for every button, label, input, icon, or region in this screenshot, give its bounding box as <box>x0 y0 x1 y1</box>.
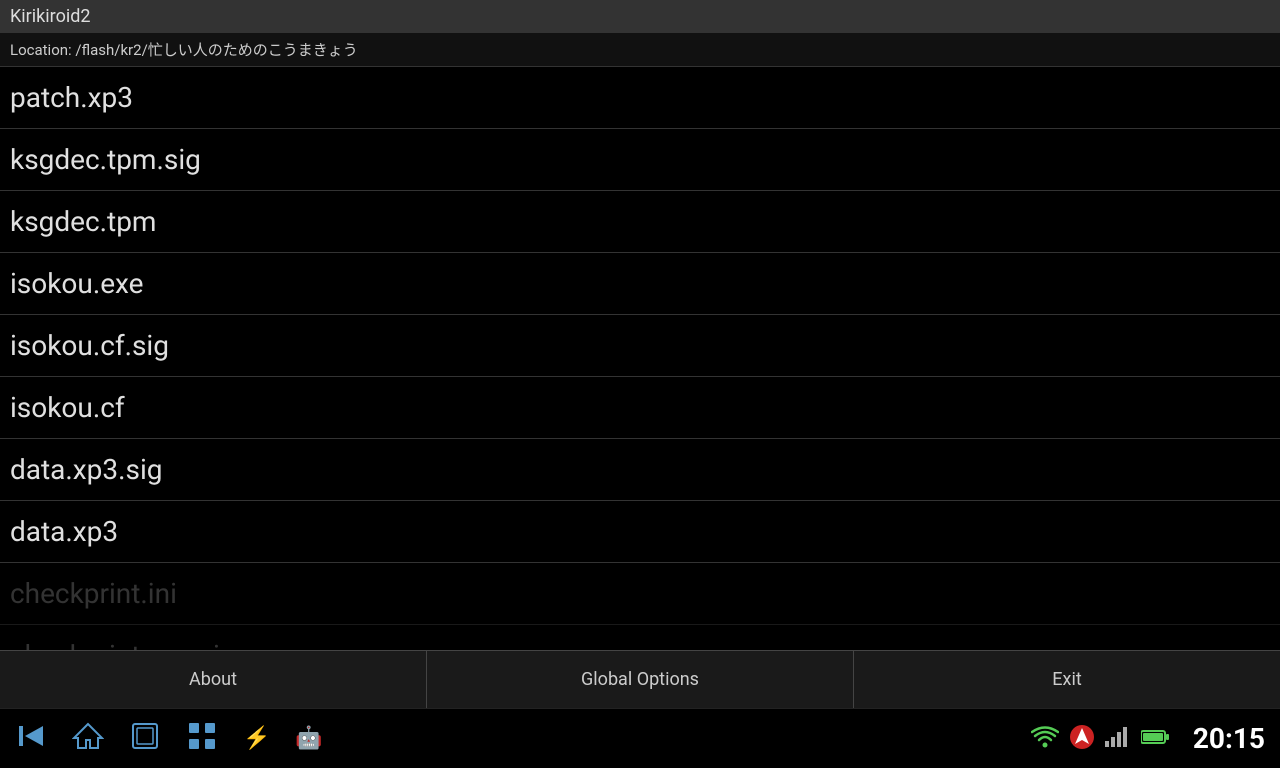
list-item[interactable]: ksgdec.tpm <box>0 191 1280 253</box>
navigation-icon <box>1069 724 1095 754</box>
file-list: patch.xp3ksgdec.tpm.sigksgdec.tpmisokou.… <box>0 67 1280 650</box>
signal-icon <box>1105 727 1127 751</box>
file-items-container: patch.xp3ksgdec.tpm.sigksgdec.tpmisokou.… <box>0 67 1280 563</box>
list-item[interactable]: data.xp3.sig <box>0 439 1280 501</box>
title-bar: Kirikiroid2 <box>0 0 1280 33</box>
time-display: 20:15 <box>1193 722 1265 755</box>
list-item[interactable]: data.xp3 <box>0 501 1280 563</box>
wifi-icon <box>1031 726 1059 752</box>
battery-icon <box>1141 729 1169 749</box>
list-item[interactable]: ksgdec.tpm.sig <box>0 129 1280 191</box>
list-item-partial[interactable]: checkprint.ini <box>0 563 1280 625</box>
location-bar: Location: /flash/kr2/忙しい人のためのこうまきょう <box>0 33 1280 67</box>
list-item[interactable]: patch.xp3 <box>0 67 1280 129</box>
list-item-partial[interactable]: checkprint.exe.sig <box>0 625 1280 650</box>
recents-icon[interactable] <box>129 720 161 758</box>
android-icon: 🤖 <box>295 726 322 751</box>
nav-right: 20:15 <box>1031 722 1265 755</box>
back-icon[interactable] <box>15 720 47 758</box>
partial-items-container: checkprint.inicheckprint.exe.sig <box>0 563 1280 650</box>
list-item[interactable]: isokou.cf <box>0 377 1280 439</box>
usb-icon: ⚡ <box>243 726 270 751</box>
menu-button-about[interactable]: About <box>0 651 427 708</box>
menu-button-exit[interactable]: Exit <box>854 651 1280 708</box>
grid-icon[interactable] <box>186 720 218 758</box>
menu-bar: AboutGlobal OptionsExit <box>0 650 1280 708</box>
list-item[interactable]: isokou.exe <box>0 253 1280 315</box>
list-item[interactable]: isokou.cf.sig <box>0 315 1280 377</box>
nav-bar: ⚡ 🤖 <box>0 708 1280 768</box>
nav-left: ⚡ 🤖 <box>15 720 1031 758</box>
home-icon[interactable] <box>72 720 104 758</box>
app-title: Kirikiroid2 <box>10 6 90 27</box>
location-text: Location: /flash/kr2/忙しい人のためのこうまきょう <box>10 41 358 59</box>
menu-button-global-options[interactable]: Global Options <box>427 651 854 708</box>
